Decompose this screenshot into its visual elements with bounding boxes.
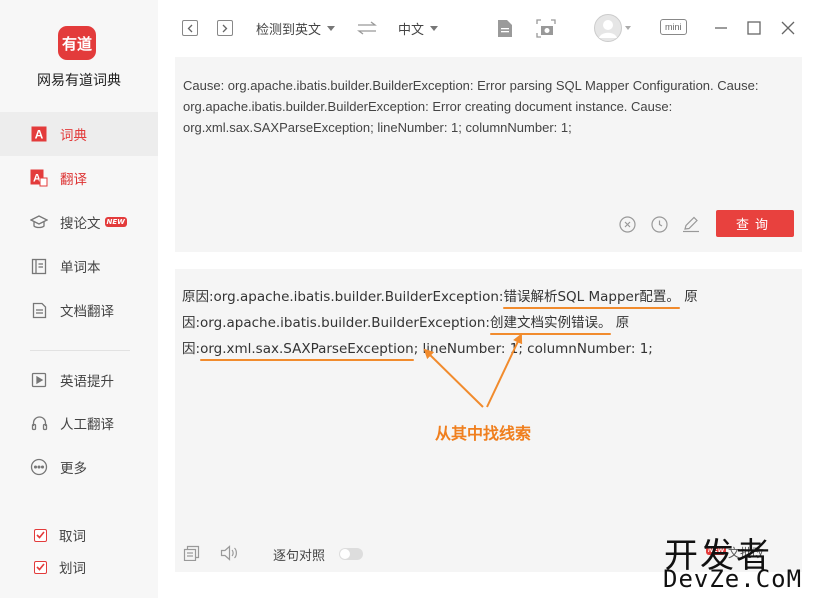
source-text-input[interactable]: Cause: org.apache.ibatis.builder.Builder… bbox=[183, 75, 795, 138]
source-language-select[interactable]: 检测到英文 bbox=[256, 19, 336, 38]
sidebar-item-label: 搜论文 bbox=[60, 216, 101, 232]
mini-mode-button[interactable]: mini bbox=[660, 19, 687, 35]
sidebar-item-doc-translate[interactable]: 文档翻译 bbox=[0, 288, 158, 332]
sidebar-item-label: 文档翻译 bbox=[60, 304, 114, 320]
sidebar-item-papers[interactable]: 搜论文 NEW bbox=[0, 200, 158, 244]
clear-icon bbox=[618, 215, 636, 233]
sidebar-item-label: 翻译 bbox=[60, 172, 87, 188]
new-badge: NEW bbox=[104, 217, 127, 227]
headset-icon bbox=[30, 414, 48, 432]
notes-button[interactable] bbox=[496, 18, 514, 38]
sidebar-item-english-boost[interactable]: 英语提升 bbox=[0, 358, 158, 402]
play-icon bbox=[30, 371, 48, 389]
highlight-underline: 错误解析SQL Mapper配置。 bbox=[503, 289, 680, 305]
query-button[interactable]: 查询 bbox=[716, 210, 794, 237]
capture-word-toggle[interactable]: 取词 bbox=[34, 525, 86, 545]
sentence-compare-label: 逐句对照 bbox=[273, 549, 326, 564]
wordbook-icon bbox=[30, 257, 48, 275]
svg-text:A: A bbox=[35, 128, 44, 142]
minimize-icon bbox=[715, 27, 727, 29]
forward-button[interactable] bbox=[217, 20, 233, 36]
watermark-line2: DevZe.CoM bbox=[663, 565, 803, 593]
minimize-button[interactable] bbox=[713, 20, 729, 36]
annotation-text: 从其中找线索 bbox=[435, 424, 532, 443]
translation-result: 原因:org.apache.ibatis.builder.BuilderExce… bbox=[182, 289, 698, 357]
highlight-underline: 创建文档实例错误。 bbox=[489, 315, 612, 331]
chevron-left-icon bbox=[187, 24, 193, 32]
close-icon bbox=[781, 21, 795, 35]
sidebar-item-wordbook[interactable]: 单词本 bbox=[0, 244, 158, 288]
select-word-toggle[interactable]: 划词 bbox=[34, 557, 86, 577]
chevron-down-icon bbox=[624, 26, 631, 30]
swap-icon bbox=[357, 21, 377, 35]
maximize-button[interactable] bbox=[746, 20, 762, 36]
pen-icon bbox=[683, 216, 699, 232]
chevron-down-icon bbox=[430, 26, 439, 31]
screenshot-translate-button[interactable] bbox=[535, 17, 557, 39]
sidebar-item-label: 更多 bbox=[60, 461, 87, 477]
dictionary-icon: A bbox=[30, 125, 48, 143]
sidebar-item-label: 英语提升 bbox=[60, 374, 114, 390]
app-logo: 有道 bbox=[58, 26, 96, 60]
copy-icon bbox=[183, 545, 199, 561]
top-bar: 检测到英文 中文 mini bbox=[158, 0, 819, 56]
sidebar-item-more[interactable]: 更多 bbox=[0, 445, 158, 489]
avatar bbox=[593, 14, 622, 42]
highlight-underline: org.xml.sax.SAXParseException bbox=[200, 341, 414, 357]
sidebar-item-human-translate[interactable]: 人工翻译 bbox=[0, 401, 158, 445]
sidebar-item-label: 词典 bbox=[60, 128, 87, 144]
copy-button[interactable] bbox=[182, 544, 200, 562]
swap-language-button[interactable] bbox=[356, 18, 378, 38]
speaker-icon bbox=[220, 545, 237, 561]
sidebar-divider bbox=[30, 350, 130, 351]
sidebar: 有道 网易有道词典 A 词典 A 翻译 搜论文 NEW 单词本 文档翻译 英语提… bbox=[0, 0, 158, 598]
history-button[interactable] bbox=[650, 215, 668, 233]
input-panel: Cause: org.apache.ibatis.builder.Builder… bbox=[175, 57, 802, 252]
note-icon bbox=[498, 19, 512, 37]
sidebar-item-label: 人工翻译 bbox=[60, 417, 114, 433]
document-icon bbox=[30, 301, 48, 319]
handwrite-button[interactable] bbox=[682, 215, 700, 233]
sentence-compare-toggle[interactable] bbox=[339, 548, 363, 560]
maximize-icon bbox=[747, 21, 761, 35]
close-button[interactable] bbox=[780, 20, 796, 36]
sidebar-item-label: 单词本 bbox=[60, 260, 101, 276]
chevron-right-icon bbox=[222, 24, 228, 32]
camera-icon bbox=[536, 18, 556, 38]
clock-icon bbox=[650, 215, 668, 233]
translate-icon: A bbox=[30, 169, 48, 187]
graduation-cap-icon bbox=[30, 213, 48, 231]
more-icon bbox=[30, 458, 48, 476]
back-button[interactable] bbox=[182, 20, 198, 36]
user-avatar-button[interactable] bbox=[592, 13, 632, 43]
clear-button[interactable] bbox=[618, 215, 636, 233]
target-language-select[interactable]: 中文 bbox=[398, 19, 439, 38]
speak-button[interactable] bbox=[220, 544, 238, 562]
sidebar-item-translate[interactable]: A 翻译 bbox=[0, 156, 158, 200]
checkbox-checked[interactable] bbox=[34, 528, 47, 542]
checkbox-checked[interactable] bbox=[34, 560, 47, 574]
app-name: 网易有道词典 bbox=[37, 73, 121, 89]
sidebar-item-dictionary[interactable]: A 词典 bbox=[0, 112, 158, 156]
chevron-down-icon bbox=[327, 26, 336, 31]
